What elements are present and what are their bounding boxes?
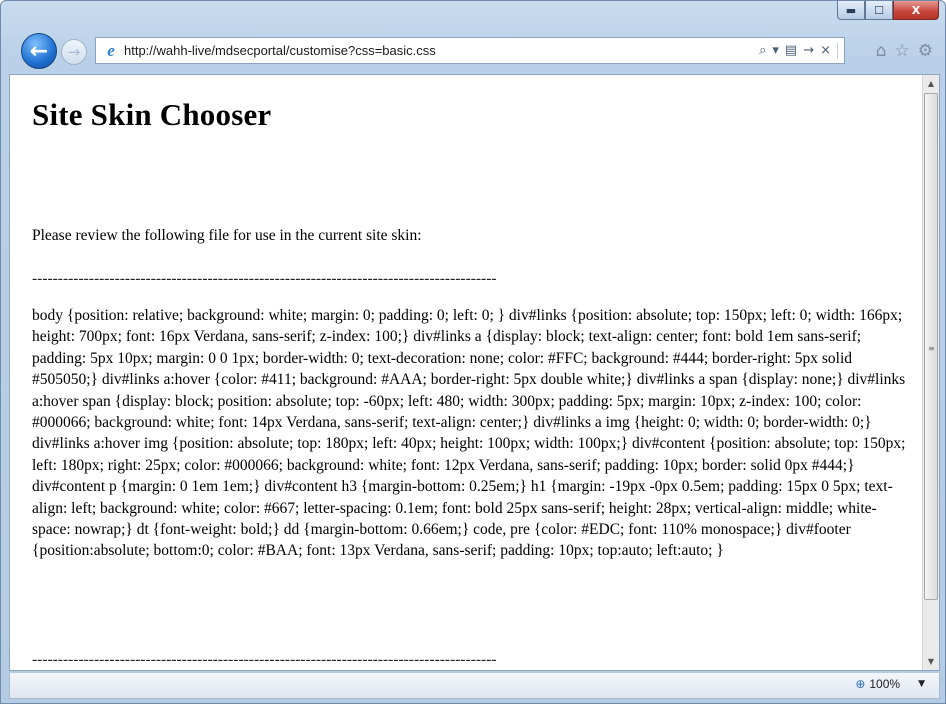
- zoom-dropdown-icon[interactable]: ▼: [918, 679, 925, 689]
- minimize-button[interactable]: ▬: [837, 1, 865, 20]
- maximize-button[interactable]: ☐: [865, 1, 893, 20]
- browser-window: ▬ ☐ X ← → e http://wahh-live/mdsecportal…: [0, 0, 946, 704]
- magnifier-icon: ⊕: [855, 677, 866, 691]
- status-bar: ⊕ 100% ▼: [9, 673, 940, 699]
- separator-bottom: ----------------------------------------…: [32, 651, 497, 668]
- address-bar[interactable]: e http://wahh-live/mdsecportal/customise…: [95, 37, 845, 64]
- scroll-grip-icon: ≡: [928, 344, 935, 353]
- stop-icon[interactable]: ×: [820, 43, 831, 58]
- search-dropdown-icon[interactable]: ▾: [772, 43, 779, 58]
- address-divider: [837, 42, 838, 59]
- browser-toolbar-icons: ⌂ ☆ ⚙: [876, 37, 933, 65]
- scroll-up-button[interactable]: ▲: [923, 75, 939, 92]
- address-tools: ⌕ ▾ ▤ → ×: [759, 38, 838, 63]
- intro-text: Please review the following file for use…: [32, 227, 422, 244]
- scroll-thumb[interactable]: ≡: [924, 93, 938, 600]
- compatibility-view-icon[interactable]: ▤: [785, 43, 797, 58]
- forward-button[interactable]: →: [61, 39, 87, 65]
- page-title: Site Skin Chooser: [32, 97, 272, 132]
- arrow-left-icon: ←: [29, 38, 49, 64]
- close-button[interactable]: X: [893, 1, 939, 20]
- back-button[interactable]: ←: [21, 33, 57, 69]
- home-icon[interactable]: ⌂: [876, 41, 887, 61]
- url-text[interactable]: http://wahh-live/mdsecportal/customise?c…: [124, 43, 436, 58]
- search-icon[interactable]: ⌕: [759, 43, 766, 58]
- caption-buttons: ▬ ☐ X: [837, 1, 939, 20]
- zoom-level: 100%: [869, 677, 901, 691]
- tools-gear-icon[interactable]: ⚙: [918, 41, 933, 61]
- page-content: Site Skin Chooser Please review the foll…: [10, 75, 922, 670]
- page-viewport: Site Skin Chooser Please review the foll…: [9, 74, 940, 671]
- arrow-right-icon: →: [67, 43, 81, 61]
- ie-page-icon: e: [107, 40, 115, 60]
- zoom-control[interactable]: ⊕ 100% ▼: [855, 677, 925, 691]
- favorites-star-icon[interactable]: ☆: [895, 41, 910, 61]
- css-file-content: body {position: relative; background: wh…: [32, 307, 906, 560]
- go-icon[interactable]: →: [803, 43, 814, 58]
- vertical-scrollbar[interactable]: ▲ ≡ ▼: [922, 75, 939, 670]
- separator-top: ----------------------------------------…: [32, 270, 497, 287]
- scroll-down-button[interactable]: ▼: [923, 653, 939, 670]
